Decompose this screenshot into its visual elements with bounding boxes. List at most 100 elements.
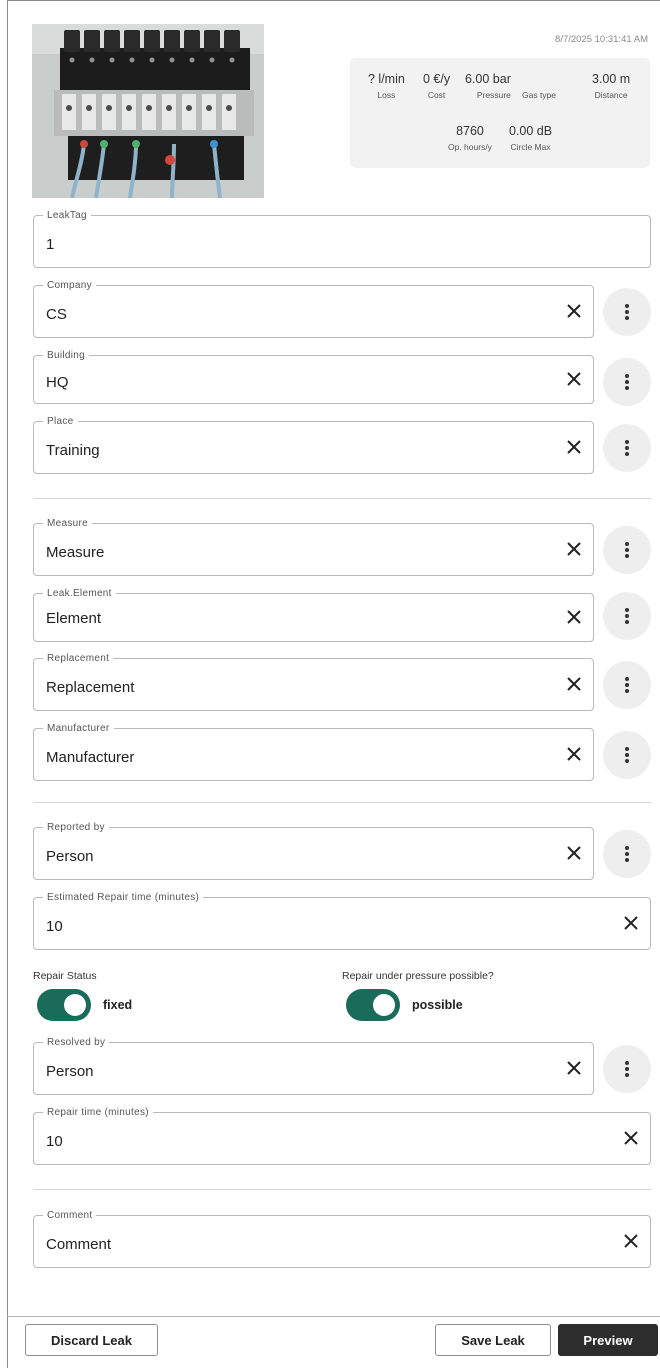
element-clear-button[interactable] [563,606,585,628]
metric-gas-type: Gas type [522,90,557,100]
manufacturer-value[interactable]: Manufacturer [46,749,134,767]
preview-button[interactable]: Preview [558,1324,658,1356]
comment-value[interactable]: Comment [46,1236,111,1254]
close-icon [624,1131,638,1145]
metric-op-hours: 8760 Op. hours/y [448,124,492,152]
company-value[interactable]: CS [46,306,67,324]
close-icon [624,1234,638,1248]
metric-circle-max: 0.00 dB Circle Max [509,124,553,152]
building-clear-button[interactable] [563,368,585,390]
section-divider [33,1189,651,1190]
measure-label: Measure [43,517,93,530]
building-field[interactable]: Building HQ [33,349,594,404]
metric-loss: ? l/min Loss [368,72,405,100]
element-value[interactable]: Element [46,610,101,628]
reported-by-label: Reported by [43,821,109,834]
estimated-repair-time-value[interactable]: 10 [46,918,63,936]
footer-divider [7,1316,660,1317]
close-icon [567,610,581,624]
close-icon [624,916,638,930]
measure-clear-button[interactable] [563,538,585,560]
building-more-button[interactable] [603,358,651,406]
building-label: Building [43,349,89,362]
metric-cost: 0 €/y Cost [423,72,451,100]
manufacturer-clear-button[interactable] [563,743,585,765]
close-icon [567,372,581,386]
reported-by-more-button[interactable] [603,830,651,878]
repair-time-label: Repair time (minutes) [43,1106,153,1119]
comment-clear-button[interactable] [620,1230,642,1252]
resolved-by-label: Resolved by [43,1036,110,1049]
estimated-repair-time-label: Estimated Repair time (minutes) [43,891,204,904]
resolved-by-clear-button[interactable] [563,1057,585,1079]
reported-by-field[interactable]: Reported by Person [33,821,594,880]
more-vertical-icon [625,542,629,558]
repair-status-toggle[interactable] [37,989,91,1021]
estimated-repair-time-field[interactable]: Estimated Repair time (minutes) 10 [33,891,651,950]
section-divider [33,498,651,499]
company-more-button[interactable] [603,288,651,336]
reported-by-value[interactable]: Person [46,848,94,866]
under-pressure-toggle[interactable] [346,989,400,1021]
more-vertical-icon [625,304,629,320]
resolved-by-field[interactable]: Resolved by Person [33,1036,594,1095]
company-clear-button[interactable] [563,300,585,322]
repair-time-clear-button[interactable] [620,1127,642,1149]
place-more-button[interactable] [603,424,651,472]
place-label: Place [43,415,78,428]
toggle-knob [64,994,86,1016]
more-vertical-icon [625,677,629,693]
repair-status-state: fixed [103,998,133,1012]
repair-time-field[interactable]: Repair time (minutes) 10 [33,1106,651,1165]
element-more-button[interactable] [603,592,651,640]
building-value[interactable]: HQ [46,374,69,392]
close-icon [567,1061,581,1075]
repair-status-label: Repair Status [33,970,97,982]
measure-value[interactable]: Measure [46,544,104,562]
place-clear-button[interactable] [563,436,585,458]
manufacturer-more-button[interactable] [603,731,651,779]
more-vertical-icon [625,747,629,763]
more-vertical-icon [625,608,629,624]
comment-field[interactable]: Comment Comment [33,1209,651,1268]
more-vertical-icon [625,374,629,390]
measure-more-button[interactable] [603,526,651,574]
replacement-more-button[interactable] [603,661,651,709]
leak-info-panel: ? l/min Loss 0 €/y Cost 6.00 bar Pressur… [350,58,650,168]
resolved-by-value[interactable]: Person [46,1063,94,1081]
leak-tag-field[interactable]: LeakTag 1 [33,209,651,268]
replacement-value[interactable]: Replacement [46,679,134,697]
replacement-clear-button[interactable] [563,673,585,695]
replacement-label: Replacement [43,652,114,665]
close-icon [567,542,581,556]
section-divider [33,802,651,803]
more-vertical-icon [625,440,629,456]
timestamp: 8/7/2025 10:31:41 AM [555,34,648,45]
element-field[interactable]: Leak.Element Element [33,587,594,642]
metric-pressure: 6.00 bar Pressure [465,72,511,100]
replacement-field[interactable]: Replacement Replacement [33,652,594,711]
measure-field[interactable]: Measure Measure [33,517,594,576]
toggle-knob [373,994,395,1016]
repair-time-value[interactable]: 10 [46,1133,63,1151]
leak-tag-label: LeakTag [43,209,91,222]
under-pressure-state: possible [412,998,463,1012]
estimated-repair-time-clear-button[interactable] [620,912,642,934]
place-field[interactable]: Place Training [33,415,594,474]
manufacturer-label: Manufacturer [43,722,114,735]
place-value[interactable]: Training [46,442,100,460]
close-icon [567,747,581,761]
save-leak-button[interactable]: Save Leak [435,1324,551,1356]
comment-label: Comment [43,1209,97,1222]
manufacturer-field[interactable]: Manufacturer Manufacturer [33,722,594,781]
leak-tag-value[interactable]: 1 [46,236,54,254]
reported-by-clear-button[interactable] [563,842,585,864]
leak-photo[interactable] [32,24,264,198]
under-pressure-label: Repair under pressure possible? [342,970,494,982]
company-field[interactable]: Company CS [33,279,594,338]
company-label: Company [43,279,96,292]
discard-leak-button[interactable]: Discard Leak [25,1324,158,1356]
metric-distance: 3.00 m Distance [592,72,631,100]
resolved-by-more-button[interactable] [603,1045,651,1093]
close-icon [567,304,581,318]
